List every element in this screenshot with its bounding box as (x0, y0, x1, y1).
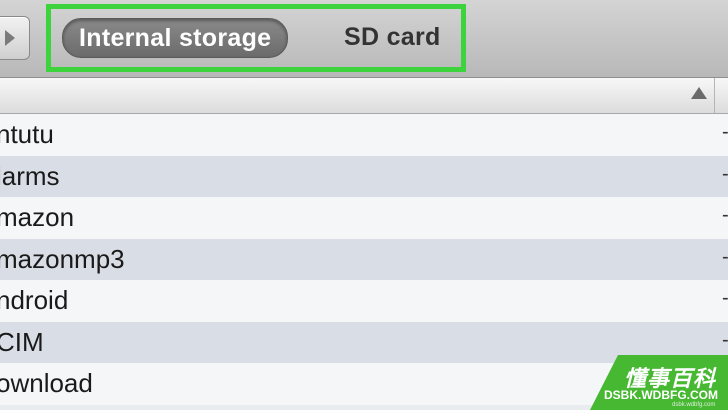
file-name: ownload (0, 368, 93, 398)
file-name: CIM (0, 326, 44, 357)
file-row[interactable]: ntutu - (0, 114, 728, 156)
file-row[interactable]: ndroid - (0, 280, 728, 322)
file-row[interactable]: mazon - (0, 197, 728, 239)
toolbar: Internal storage SD card (0, 0, 728, 78)
file-name: ndroid (0, 285, 69, 315)
file-name: larms (0, 160, 60, 191)
file-row[interactable]: mazonmp3 - (0, 237, 728, 280)
row-marker: - (722, 237, 728, 279)
row-marker: - (722, 195, 728, 237)
file-name: mazon (0, 202, 75, 232)
column-header[interactable] (0, 78, 728, 114)
internal-storage-tab[interactable]: Internal storage (62, 18, 289, 58)
sort-ascending-icon[interactable] (691, 87, 707, 99)
row-marker: - (722, 154, 728, 196)
file-name: mazonmp3 (0, 243, 125, 274)
forward-arrow-icon (5, 30, 15, 46)
column-divider[interactable] (714, 78, 715, 113)
file-name: ntutu (0, 119, 54, 149)
watermark-url: DSBK.WDBFG.COM (604, 388, 718, 402)
file-row[interactable]: larms - (0, 154, 728, 197)
forward-button[interactable] (0, 16, 30, 60)
row-marker: - (722, 278, 728, 320)
sd-card-tab[interactable]: SD card (344, 18, 441, 56)
row-marker: - (722, 112, 728, 154)
row-marker: - (722, 320, 728, 362)
watermark-small-url: dsbk.wdbfg.com (672, 402, 716, 408)
